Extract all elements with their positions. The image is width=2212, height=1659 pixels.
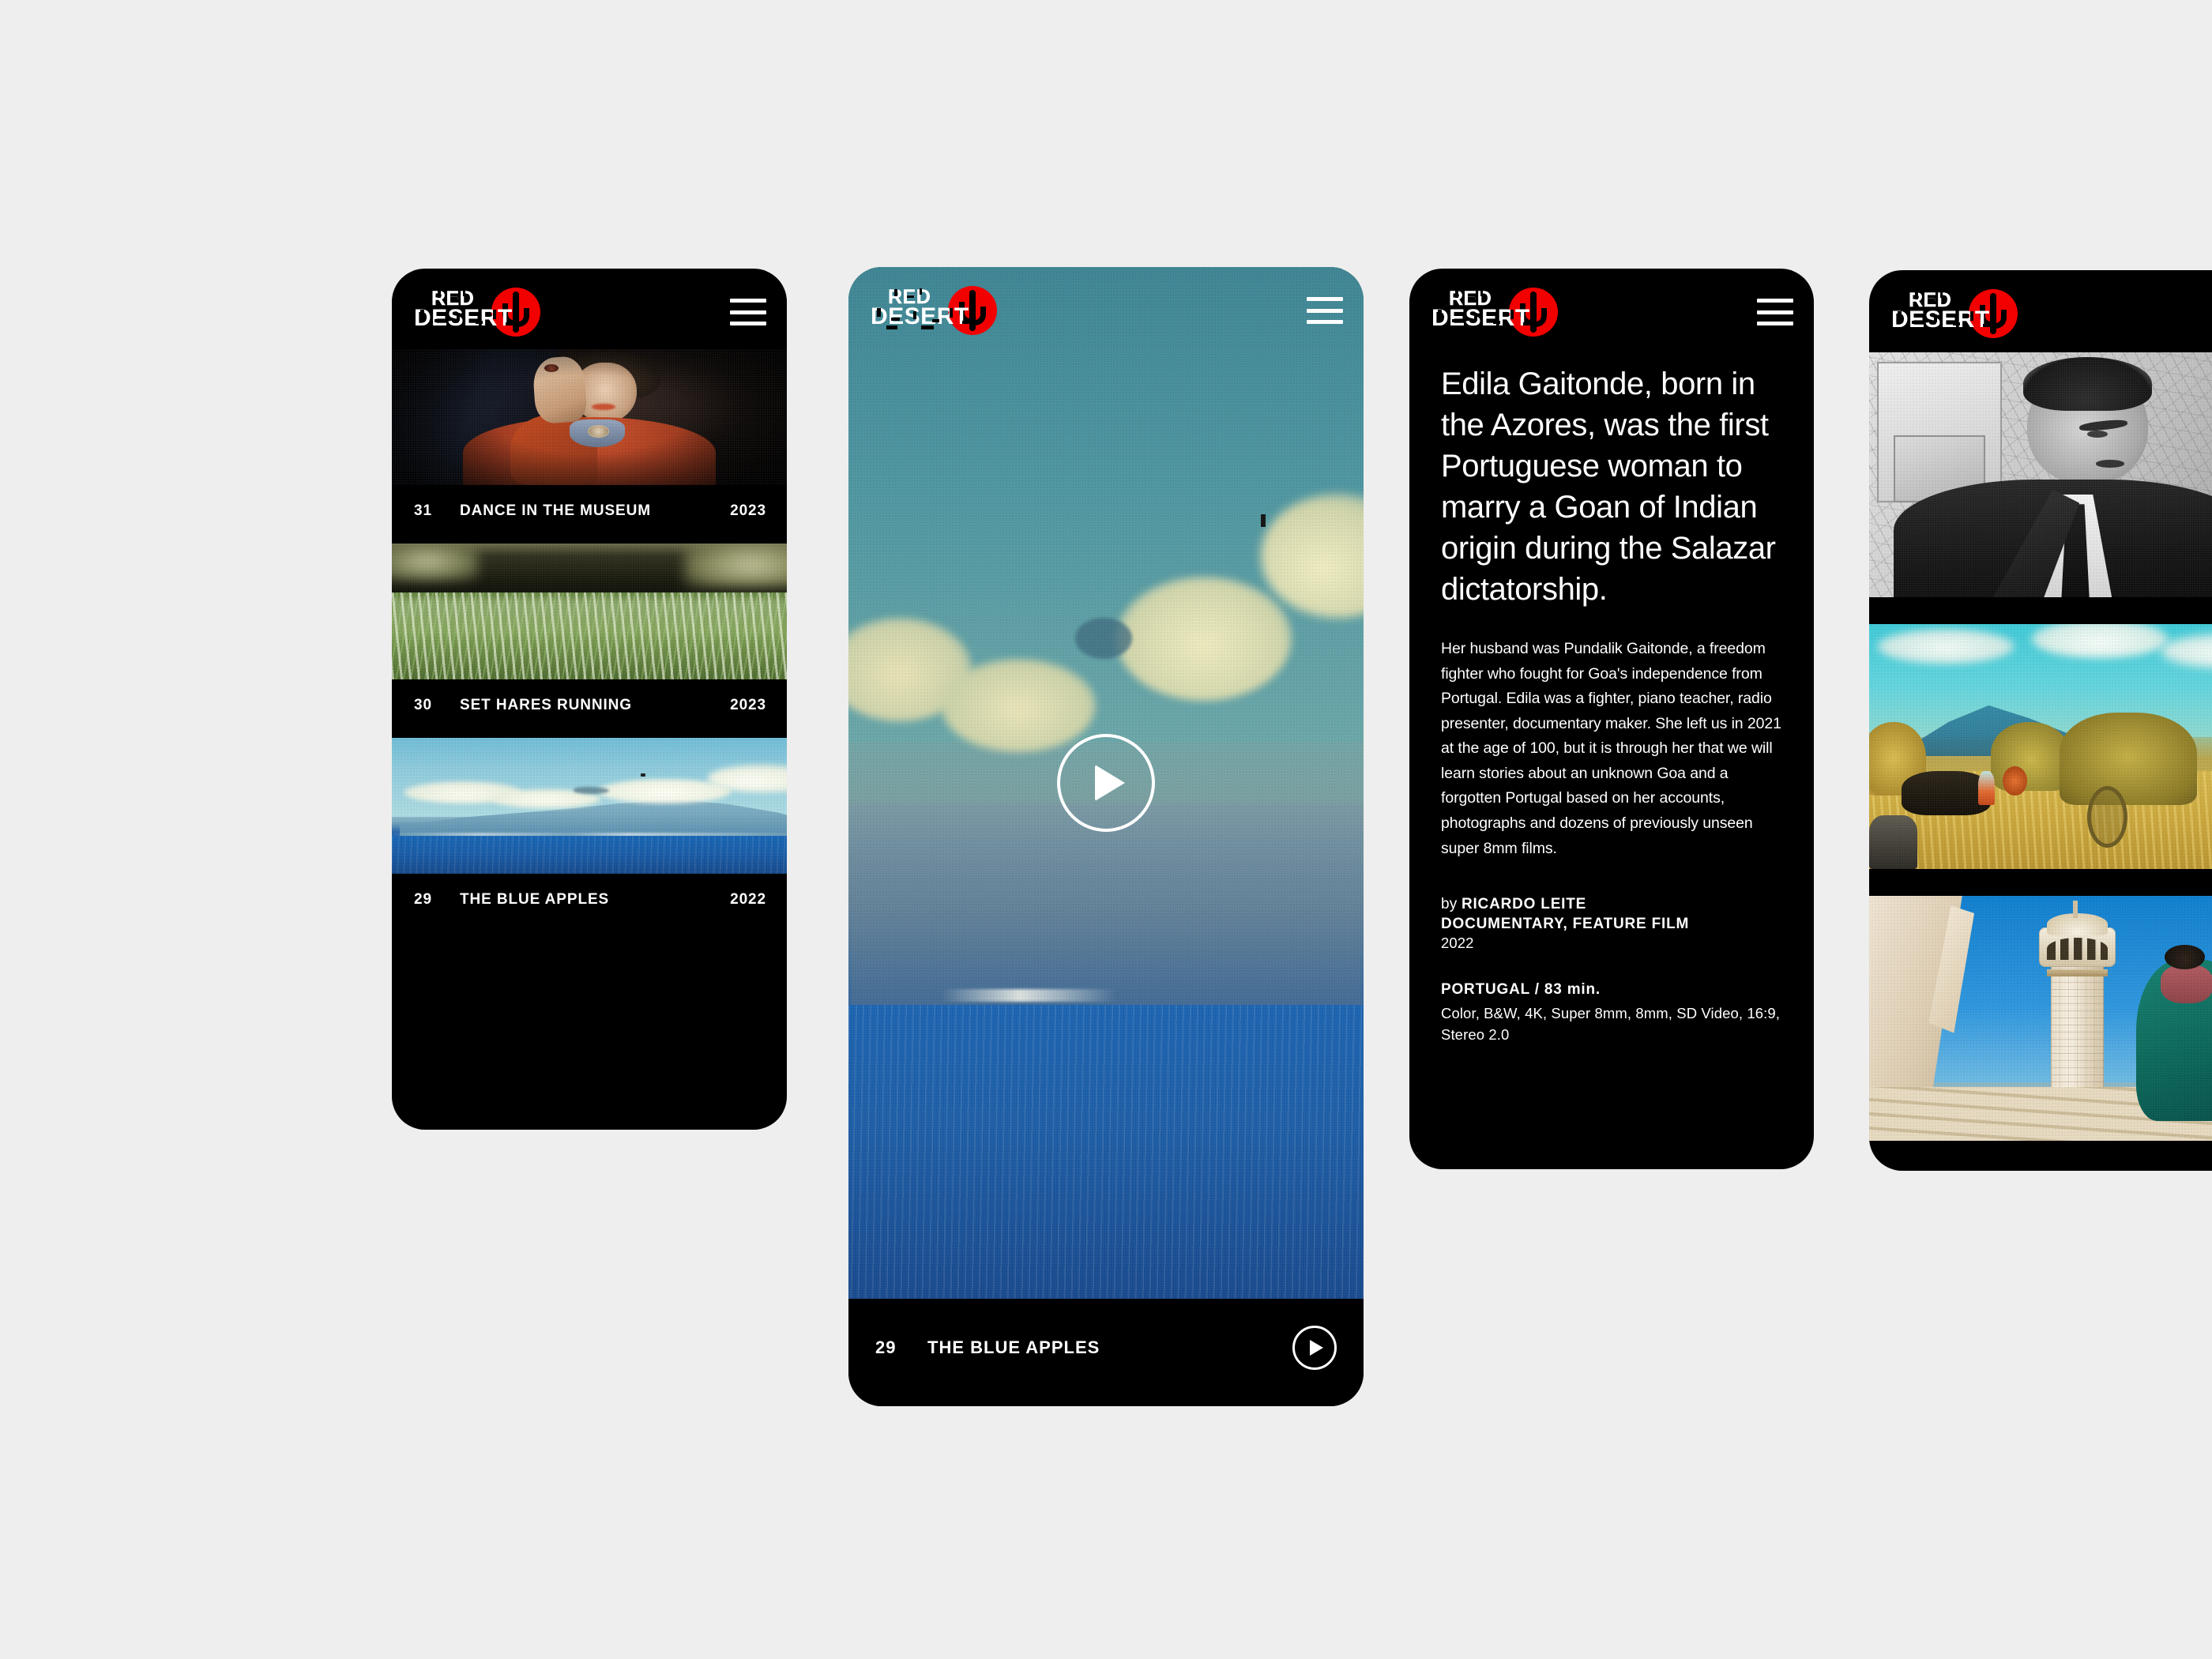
list-item[interactable]: 31 DANCE IN THE MUSEUM 2023 xyxy=(392,349,787,544)
brand-word-desert: DESERT xyxy=(414,305,513,331)
film-credits: by RICARDO LEITE DOCUMENTARY, FEATURE FI… xyxy=(1441,894,1782,954)
gallery-image-man-in-suit[interactable] xyxy=(1869,352,2212,597)
list-item-year: 2023 xyxy=(730,697,766,713)
phone-mockup-gallery: RED DESERT xyxy=(1869,270,2212,1171)
catalogue-list: 31 DANCE IN THE MUSEUM 2023 30 SET HARES… xyxy=(392,346,787,1130)
player-bottom-bar: 29 THE BLUE APPLES xyxy=(848,1299,1364,1406)
list-item-title: THE BLUE APPLES xyxy=(460,891,610,908)
gallery-image-harvest-field[interactable] xyxy=(1869,624,2212,869)
brand-wordmark: RED DESERT xyxy=(414,286,532,338)
film-lead-paragraph: Edila Gaitonde, born in the Azores, was … xyxy=(1441,367,1776,607)
app-header: RED DESERT xyxy=(1869,270,2212,348)
list-item-meta: 30 SET HARES RUNNING 2023 xyxy=(392,679,787,738)
film-detail: Edila Gaitonde, born in the Azores, was … xyxy=(1409,346,1814,1169)
film-origin-runtime: PORTUGAL / 83 min. xyxy=(1441,980,1601,998)
brand-word-desert: DESERT xyxy=(871,303,969,329)
list-item-meta: 31 DANCE IN THE MUSEUM 2023 xyxy=(392,485,787,544)
app-header: RED DESERT xyxy=(1409,269,1814,346)
phone-mockup-player: RED DESERT 29 THE BLUE APPLES xyxy=(848,267,1364,1406)
player-film-number: 29 xyxy=(875,1337,897,1357)
brand-wordmark: RED DESERT xyxy=(871,284,989,337)
phone-mockup-detail: RED DESERT Edila Gaitonde, born in the A… xyxy=(1409,269,1814,1169)
list-item-meta: 29 THE BLUE APPLES 2022 xyxy=(392,874,787,932)
screenshot-canvas: RED DESERT 31 DANCE IN THE MUSEUM 2023 3… xyxy=(0,0,2212,1659)
hamburger-icon[interactable] xyxy=(1757,299,1793,325)
film-specs: PORTUGAL / 83 min. Color, B&W, 4K, Super… xyxy=(1441,981,1782,1046)
play-circle-icon[interactable] xyxy=(1292,1326,1337,1370)
film-technical-specs: Color, B&W, 4K, Super 8mm, 8mm, SD Video… xyxy=(1441,1004,1781,1043)
film-genre: DOCUMENTARY, FEATURE FILM xyxy=(1441,916,1690,933)
list-item[interactable]: 29 THE BLUE APPLES 2022 xyxy=(392,738,787,932)
hamburger-icon[interactable] xyxy=(730,299,766,325)
thumbnail-set-hares-running[interactable] xyxy=(392,544,787,679)
list-item-number: 29 xyxy=(414,891,432,908)
brand-logo[interactable]: RED DESERT xyxy=(1431,286,1574,338)
thumbnail-dance-in-the-museum[interactable] xyxy=(392,349,787,485)
hamburger-icon[interactable] xyxy=(1307,297,1343,324)
list-item-number: 31 xyxy=(414,502,432,519)
film-director-line: by RICARDO LEITE xyxy=(1441,894,1782,916)
video-stage[interactable]: RED DESERT xyxy=(848,267,1364,1299)
list-item-title: DANCE IN THE MUSEUM xyxy=(460,502,651,519)
list-item[interactable]: 30 SET HARES RUNNING 2023 xyxy=(392,544,787,738)
brand-wordmark: RED DESERT xyxy=(1431,286,1550,338)
thumbnail-the-blue-apples[interactable] xyxy=(392,738,787,874)
film-year: 2022 xyxy=(1441,935,1474,952)
player-film-title: THE BLUE APPLES xyxy=(927,1337,1100,1357)
by-prefix: by xyxy=(1441,896,1458,913)
brand-logo[interactable]: RED DESERT xyxy=(414,286,556,338)
brand-word-desert: DESERT xyxy=(1431,305,1530,331)
gallery-image-taj-minaret[interactable] xyxy=(1869,896,2212,1141)
play-icon[interactable] xyxy=(1057,734,1155,832)
brand-logo[interactable]: RED DESERT xyxy=(1891,288,2033,340)
list-item-title: SET HARES RUNNING xyxy=(460,697,632,713)
brand-word-desert: DESERT xyxy=(1891,307,1990,333)
brand-wordmark: RED DESERT xyxy=(1891,288,2010,340)
list-item-year: 2022 xyxy=(730,891,766,908)
list-item-year: 2023 xyxy=(730,502,766,519)
film-director: RICARDO LEITE xyxy=(1461,896,1587,913)
app-header: RED DESERT xyxy=(392,269,787,346)
brand-logo[interactable]: RED DESERT xyxy=(871,284,1013,337)
film-gallery xyxy=(1869,348,2212,1171)
list-item-number: 30 xyxy=(414,697,432,713)
app-header: RED DESERT xyxy=(848,267,1364,344)
phone-mockup-catalogue: RED DESERT 31 DANCE IN THE MUSEUM 2023 3… xyxy=(392,269,787,1130)
film-synopsis: Her husband was Pundalik Gaitonde, a fre… xyxy=(1441,640,1781,857)
